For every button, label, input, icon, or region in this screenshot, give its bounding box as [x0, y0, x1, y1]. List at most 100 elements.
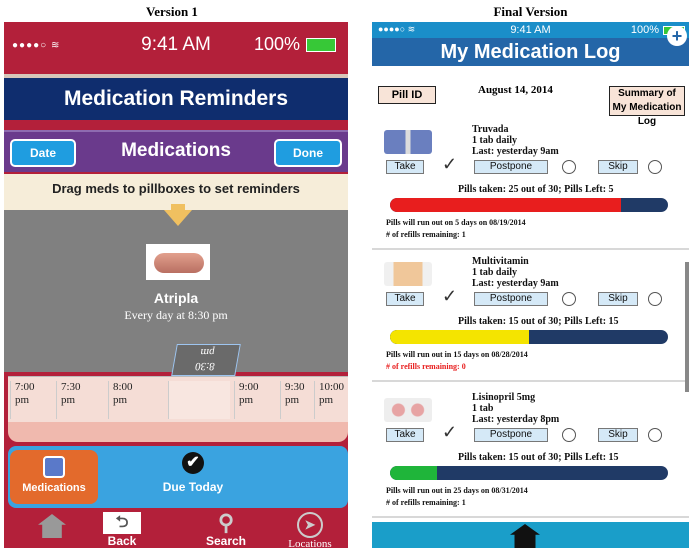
slot-1000[interactable]: 10:00 pm	[314, 381, 348, 419]
tab-due-today-label: Due Today	[162, 480, 224, 494]
card-divider	[372, 516, 689, 518]
medication-card: Multivitamin 1 tab daily Last: yesterday 9…	[372, 254, 689, 382]
skip-radio[interactable]	[648, 292, 662, 306]
pill-thumbnail	[384, 398, 432, 422]
dragged-tag-pm: pm	[199, 346, 216, 358]
locations-button[interactable]: ➤ Locations	[270, 512, 348, 548]
postpone-radio[interactable]	[562, 160, 576, 174]
arrow-head-icon	[164, 210, 192, 226]
home-icon[interactable]	[510, 524, 540, 548]
caption-version-1: Version 1	[146, 4, 198, 19]
slot-empty[interactable]	[168, 381, 230, 419]
summary-button[interactable]: Summary of My Medication Log	[609, 86, 685, 127]
progress-fill	[390, 198, 621, 212]
dragged-tag-time: 8:30	[194, 360, 216, 372]
page-title: My Medication Log	[372, 38, 689, 66]
progress-fill	[390, 466, 438, 480]
med-name: Lisinopril 5mg	[472, 392, 536, 403]
slot-time: 8:00	[113, 381, 133, 393]
slot-900[interactable]: 9:00 pm	[234, 381, 274, 419]
med-name: Truvada	[472, 124, 509, 135]
med-info: Truvada 1 tab daily Last: yesterday 9am	[472, 124, 559, 157]
back-arrow-icon: ⮌	[103, 512, 141, 534]
scrollbar[interactable]	[685, 262, 689, 392]
done-button[interactable]: Done	[274, 139, 342, 167]
med-dose: 1 tab daily	[472, 267, 518, 278]
postpone-radio[interactable]	[562, 428, 576, 442]
status-bar: ●●●●○ ≋ 9:41 AM 100%	[4, 22, 348, 70]
search-icon: ⚲	[217, 510, 235, 535]
pill-image[interactable]	[146, 244, 210, 280]
checkmark-icon[interactable]: ✓	[442, 155, 457, 173]
run-out-text: Pills will run out in 15 days on 08/28/2…	[386, 350, 528, 359]
location-arrow-icon: ➤	[297, 512, 323, 538]
refills-text: # of refills remaining: 0	[386, 362, 466, 371]
med-name: Multivitamin	[472, 256, 529, 267]
drug-schedule: Every day at 8:30 pm	[124, 308, 228, 322]
tab-medications-label: Medications	[22, 482, 86, 494]
slot-730[interactable]: 7:30 pm	[56, 381, 96, 419]
pill-id-button[interactable]: Pill ID	[378, 86, 436, 104]
phone-final-version: ●●●●○ ≋ 9:41 AM 100% My Medication Log +…	[372, 22, 689, 548]
caption-final-version: Final Version	[493, 4, 568, 19]
battery-percent: 100%	[630, 24, 659, 36]
medication-card: Truvada 1 tab daily Last: yesterday 9am Tak…	[372, 122, 689, 250]
home-button[interactable]	[12, 512, 92, 538]
run-out-text: Pills will run out in 25 days on 08/31/2…	[386, 486, 528, 495]
log-date: August 14, 2014	[478, 84, 553, 96]
skip-button[interactable]: Skip	[598, 292, 638, 306]
med-last: Last: yesterday 9am	[472, 278, 559, 289]
progress-fill	[390, 330, 529, 344]
tab-medications[interactable]: Medications	[10, 450, 98, 504]
take-button[interactable]: Take	[386, 292, 424, 306]
refills-text: # of refills remaining: 1	[386, 230, 466, 239]
postpone-button[interactable]: Postpone	[474, 292, 548, 306]
progress-bar	[390, 330, 668, 344]
progress-bar	[390, 466, 668, 480]
skip-radio[interactable]	[648, 428, 662, 442]
skip-button[interactable]: Skip	[598, 428, 638, 442]
status-bar: ●●●●○ ≋ 9:41 AM 100%	[372, 22, 689, 38]
postpone-radio[interactable]	[562, 292, 576, 306]
refills-text: # of refills remaining: 1	[386, 498, 466, 507]
log-header: Pill ID August 14, 2014 Summary of My Me…	[372, 68, 689, 127]
run-out-text: Pills will run out on 5 days on 08/19/20…	[386, 218, 526, 227]
slot-time: 7:00	[15, 381, 35, 393]
slot-ampm: pm	[15, 394, 30, 406]
battery-percent: 100%	[253, 34, 300, 54]
slot-time: 10:00	[319, 381, 345, 393]
pills-taken-text: Pills taken: 25 out of 30; Pills Left: 5	[458, 184, 614, 195]
checkmark-icon[interactable]: ✓	[442, 287, 457, 305]
postpone-button[interactable]: Postpone	[474, 160, 548, 174]
back-button[interactable]: ⮌ Back	[82, 512, 162, 548]
pillbox-base	[8, 422, 348, 442]
med-last: Last: yesterday 9am	[472, 146, 559, 157]
tab-due-today[interactable]: ✔ Due Today	[128, 450, 258, 504]
slot-ampm: pm	[319, 394, 334, 406]
add-icon[interactable]: +	[667, 26, 687, 46]
skip-radio[interactable]	[648, 160, 662, 174]
checkmark-icon[interactable]: ✓	[442, 423, 457, 441]
checkmark-icon: ✔	[182, 452, 204, 474]
slot-700[interactable]: 7:00 pm	[10, 381, 50, 419]
slot-ampm: pm	[113, 394, 128, 406]
slot-ampm: pm	[239, 394, 254, 406]
locations-label: Locations	[288, 538, 332, 548]
search-button[interactable]: ⚲ Search	[186, 512, 266, 548]
med-dose: 1 tab	[472, 403, 494, 414]
med-last: Last: yesterday 8pm	[472, 414, 560, 425]
med-info: Lisinopril 5mg 1 tab Last: yesterday 8pm	[472, 392, 559, 425]
tab-bar: Medications ✔ Due Today	[8, 446, 348, 508]
take-button[interactable]: Take	[386, 428, 424, 442]
slot-800[interactable]: 8:00 pm	[108, 381, 148, 419]
back-label: Back	[107, 534, 137, 548]
postpone-button[interactable]: Postpone	[474, 428, 548, 442]
dragged-time-tag[interactable]: pm 8:30	[171, 344, 241, 376]
pill-thumbnail	[384, 262, 432, 286]
toolbar: Date Medications Done	[4, 130, 348, 172]
skip-button[interactable]: Skip	[598, 160, 638, 174]
bottom-nav	[372, 522, 689, 548]
slot-time: 9:00	[239, 381, 259, 393]
take-button[interactable]: Take	[386, 160, 424, 174]
home-icon	[38, 514, 66, 538]
